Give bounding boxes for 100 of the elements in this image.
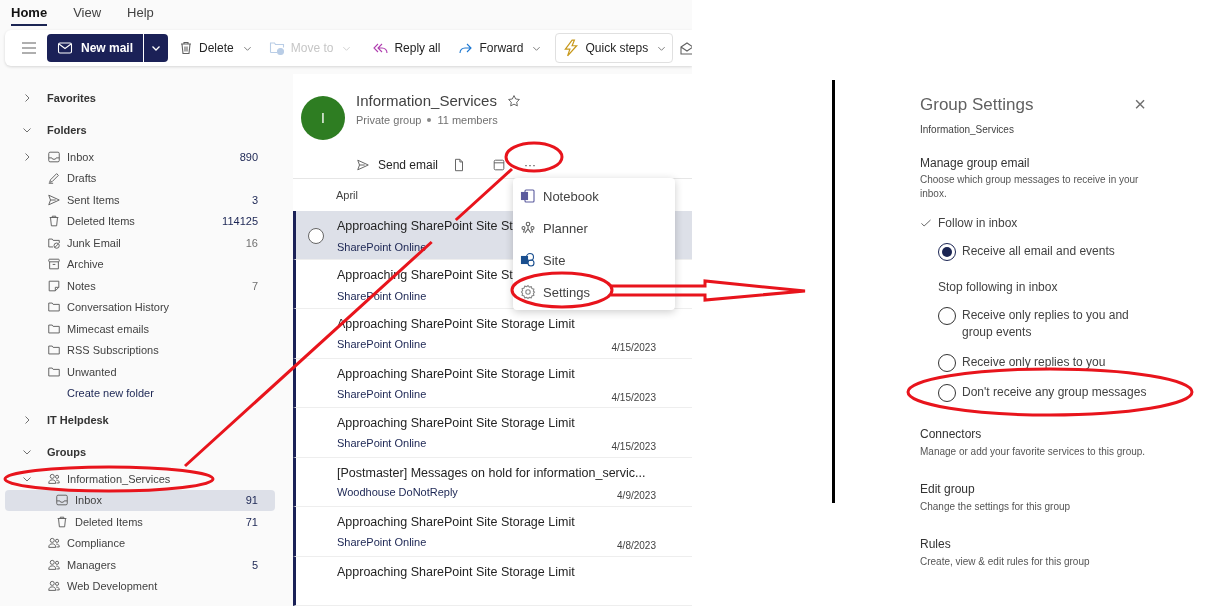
folder-item[interactable]: Managers 5	[5, 554, 275, 576]
folder-item[interactable]: Inbox 91	[5, 489, 275, 511]
group-privacy: Private group	[356, 114, 422, 126]
send-icon	[356, 158, 370, 173]
select-radio[interactable]	[308, 227, 324, 244]
folder-name: Notes	[67, 279, 97, 292]
trash-icon	[55, 514, 69, 529]
folder-item[interactable]: Deleted Items 114125	[5, 210, 275, 232]
group-avatar: I	[301, 96, 345, 140]
settings-link[interactable]: Rules	[920, 536, 951, 551]
unread-count: 91	[245, 494, 258, 507]
message-subject: Approaching SharePoint Site Storage Limit	[337, 416, 575, 433]
message-sender: SharePoint Online	[337, 387, 427, 402]
create-folder-link[interactable]: Create new folder	[67, 387, 154, 400]
read-button[interactable]	[677, 40, 692, 56]
folder-icon	[47, 364, 61, 379]
calendar-icon	[492, 158, 507, 173]
folder-item[interactable]: Information_Services	[5, 468, 275, 490]
folder-item[interactable]: Mimecast emails	[5, 318, 275, 340]
section-header[interactable]: Folders	[5, 114, 275, 146]
more-button[interactable]: ···	[520, 158, 541, 173]
unread-count: 114125	[222, 215, 258, 228]
envelope-icon	[57, 40, 73, 56]
unread-count: 7	[251, 279, 258, 292]
folder-item[interactable]: Archive	[5, 253, 275, 275]
folder-name: Archive	[67, 258, 105, 271]
menu-icon	[21, 41, 37, 55]
message-date: 4/15/2023	[611, 342, 656, 356]
section-header[interactable]: IT Helpdesk	[5, 404, 275, 436]
panel-title: Group Settings	[920, 94, 1034, 115]
folder-item[interactable]: Junk Email 16	[5, 232, 275, 254]
message-date: 4/15/2023	[611, 391, 656, 405]
section-description: Choose which group messages to receive in your inbox.	[920, 173, 1140, 201]
message-subject: Approaching SharePoint Site Storage Limit	[337, 366, 575, 383]
menu-item[interactable]: Settings	[513, 276, 675, 308]
folder-item[interactable]: Notes 7	[5, 275, 275, 297]
folder-item[interactable]: Inbox 890	[5, 146, 275, 168]
folder-item[interactable]: Web Development	[5, 575, 275, 597]
radio-option[interactable]: Receive all email and events	[938, 243, 1148, 261]
folder-item[interactable]: Compliance	[5, 532, 275, 554]
inbox-icon	[55, 493, 69, 508]
unread-count: 71	[245, 515, 258, 528]
folder-item[interactable]: Drafts	[5, 167, 275, 189]
ribbon-tab[interactable]: View	[73, 4, 102, 26]
message-row[interactable]: Approaching SharePoint Site Storage Limit SharePoint Online 4/8/2023	[293, 507, 692, 557]
new-mail-button[interactable]: New mail	[47, 34, 144, 62]
section-header[interactable]: Groups	[5, 436, 275, 468]
folder-item[interactable]: Deleted Items 71	[5, 511, 275, 533]
link-description: Create, view & edit rules for this group	[920, 554, 1091, 569]
folder-name: Deleted Items	[75, 515, 144, 528]
folder-name: Conversation History	[67, 301, 171, 314]
message-date: 4/8/2023	[617, 539, 656, 553]
send-email-button[interactable]: Send email	[356, 158, 439, 173]
radio-option[interactable]: Receive only replies to you and group events	[938, 307, 1148, 342]
toolbar-button[interactable]: Forward	[450, 36, 548, 60]
folder-item[interactable]: Unwanted	[5, 361, 275, 383]
folder-name: Web Development	[67, 580, 159, 593]
group-name: Information_Services	[920, 124, 1015, 135]
message-sender: SharePoint Online	[337, 338, 427, 353]
ribbon-tab[interactable]: Home	[11, 4, 48, 26]
link-description: Manage or add your favorite services to this group.	[920, 444, 1147, 459]
toolbar-button[interactable]: Reply all	[365, 36, 447, 60]
calendar-button[interactable]	[492, 158, 507, 173]
menu-item[interactable]: Planner	[513, 212, 675, 244]
settings-link[interactable]: Edit group	[920, 481, 975, 496]
note-icon	[47, 278, 61, 293]
message-subject: Approaching SharePoint Site Storage Limit	[337, 564, 575, 581]
folder-item[interactable]: Sent Items 3	[5, 189, 275, 211]
mode-label[interactable]: Follow in inbox	[938, 216, 1018, 230]
chevron-icon[interactable]	[22, 93, 32, 103]
folder-item[interactable]: Conversation History	[5, 296, 275, 318]
close-button[interactable]: ×	[1134, 93, 1146, 116]
message-row[interactable]: Approaching SharePoint Site Storage Limit SharePoint Online 4/15/2023	[293, 408, 692, 458]
chevron-icon[interactable]	[22, 151, 32, 162]
inbox-icon	[47, 149, 61, 164]
chevron-icon[interactable]	[22, 415, 32, 425]
chevron-icon[interactable]	[22, 125, 32, 135]
radio-option[interactable]: Receive only replies to you	[938, 353, 1148, 372]
section-header[interactable]: Favorites	[5, 82, 275, 114]
settings-link[interactable]: Connectors	[920, 426, 982, 441]
new-mail-dropdown[interactable]	[143, 34, 169, 62]
message-row[interactable]: [Postmaster] Messages on hold for information_servic... Woodhouse DoNotReply 4/9/2023	[293, 457, 692, 508]
ribbon-tab[interactable]: Help	[127, 4, 154, 26]
folder-arrow-icon	[267, 40, 286, 56]
radio-option[interactable]: Don't receive any group messages	[938, 383, 1148, 402]
menu-item[interactable]: Notebook	[513, 180, 675, 212]
message-row[interactable]: Approaching SharePoint Site Storage Limit	[293, 556, 692, 606]
message-date: 4/9/2023	[617, 490, 656, 504]
folder-item[interactable]: RSS Subscriptions	[5, 339, 275, 361]
unread-count: 3	[251, 193, 258, 206]
toolbar-button[interactable]: Quick steps	[555, 33, 674, 63]
mode-label[interactable]: Stop following in inbox	[938, 280, 1058, 294]
unread-count: 5	[251, 558, 258, 571]
message-row[interactable]: Approaching SharePoint Site Storage Limit SharePoint Online 4/15/2023	[293, 358, 692, 409]
star-icon	[506, 93, 521, 108]
site-icon	[520, 252, 536, 268]
message-date: 4/15/2023	[611, 441, 656, 454]
toolbar-button[interactable]: Delete	[172, 36, 258, 60]
send-icon	[47, 192, 61, 207]
chevron-icon[interactable]	[22, 447, 32, 457]
